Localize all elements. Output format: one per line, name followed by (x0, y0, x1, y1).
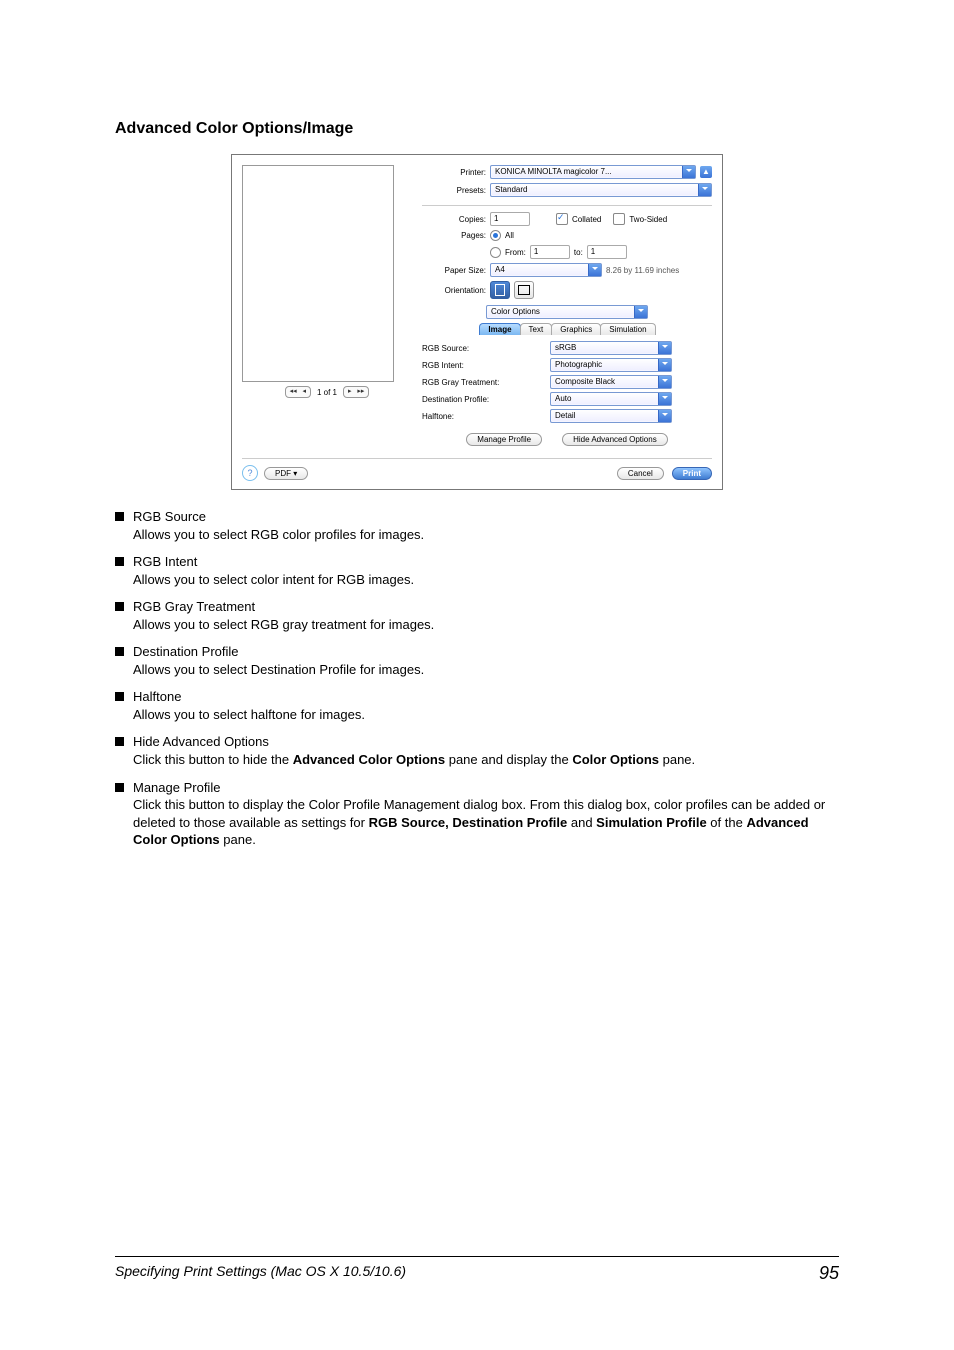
collated-checkbox[interactable] (556, 213, 568, 225)
pages-all-radio[interactable] (490, 230, 501, 241)
print-dialog: ◂◂ ◂ 1 of 1 ▸ ▸▸ Printer: KONICA MINOLTA… (231, 154, 723, 490)
destination-profile-select[interactable]: Auto (550, 392, 672, 406)
pages-from-radio[interactable] (490, 247, 501, 258)
hide-advanced-options-button[interactable]: Hide Advanced Options (562, 433, 668, 446)
rgb-intent-label: RGB Intent: (422, 361, 542, 370)
pages-from-label: From: (505, 248, 526, 257)
paper-size-label: Paper Size: (422, 266, 486, 275)
footer-page-number: 95 (819, 1263, 839, 1284)
tab-image[interactable]: Image (479, 323, 520, 335)
bullet-body: Allows you to select RGB gray treatment … (133, 617, 434, 632)
list-item: Halftone Allows you to select halftone f… (115, 688, 839, 723)
rgb-gray-label: RGB Gray Treatment: (422, 378, 542, 387)
page-footer: Specifying Print Settings (Mac OS X 10.5… (115, 1256, 839, 1284)
bullet-title: Hide Advanced Options (133, 733, 839, 751)
tab-text[interactable]: Text (520, 323, 553, 335)
bullet-body: Allows you to select RGB color profiles … (133, 527, 424, 542)
copies-input[interactable]: 1 (490, 212, 530, 226)
halftone-label: Halftone: (422, 412, 542, 421)
bullet-body: Allows you to select halftone for images… (133, 707, 365, 722)
nav-first-button[interactable]: ◂◂ ◂ (285, 386, 311, 398)
presets-select[interactable]: Standard (490, 183, 712, 197)
twosided-label: Two-Sided (629, 215, 667, 224)
bullet-title: Manage Profile (133, 779, 839, 797)
bullet-title: RGB Source (133, 508, 839, 526)
halftone-select[interactable]: Detail (550, 409, 672, 423)
paper-dims-text: 8.26 by 11.69 inches (606, 266, 679, 275)
pages-to-input[interactable]: 1 (587, 245, 627, 259)
rgb-gray-select[interactable]: Composite Black (550, 375, 672, 389)
list-item: RGB Gray Treatment Allows you to select … (115, 598, 839, 633)
orientation-portrait-button[interactable] (490, 281, 510, 299)
printer-label: Printer: (422, 168, 486, 177)
list-item: Manage Profile Click this button to disp… (115, 779, 839, 849)
list-item: RGB Source Allows you to select RGB colo… (115, 508, 839, 543)
list-item: Hide Advanced Options Click this button … (115, 733, 839, 768)
destination-profile-label: Destination Profile: (422, 395, 542, 404)
pages-from-input[interactable]: 1 (530, 245, 570, 259)
bullet-body: Click this button to hide the Advanced C… (133, 752, 695, 767)
pages-all-label: All (505, 231, 514, 240)
print-button[interactable]: Print (672, 467, 712, 480)
bullet-body: Click this button to display the Color P… (133, 797, 825, 847)
rgb-intent-select[interactable]: Photographic (550, 358, 672, 372)
manage-profile-button[interactable]: Manage Profile (466, 433, 542, 446)
cancel-button[interactable]: Cancel (617, 467, 664, 480)
bullet-body: Allows you to select color intent for RG… (133, 572, 414, 587)
pages-label: Pages: (422, 231, 486, 240)
bullet-body: Allows you to select Destination Profile… (133, 662, 424, 677)
orientation-label: Orientation: (422, 286, 486, 295)
footer-text: Specifying Print Settings (Mac OS X 10.5… (115, 1263, 406, 1284)
twosided-checkbox[interactable] (613, 213, 625, 225)
paper-size-select[interactable]: A4 (490, 263, 602, 277)
rgb-source-label: RGB Source: (422, 344, 542, 353)
printer-select[interactable]: KONICA MINOLTA magicolor 7... (490, 165, 696, 179)
orientation-landscape-button[interactable] (514, 281, 534, 299)
section-title: Advanced Color Options/Image (115, 120, 839, 138)
pages-to-label: to: (574, 248, 583, 257)
copies-label: Copies: (422, 215, 486, 224)
list-item: RGB Intent Allows you to select color in… (115, 553, 839, 588)
preview-page-indicator: 1 of 1 (317, 388, 337, 397)
bullet-title: RGB Gray Treatment (133, 598, 839, 616)
tab-graphics[interactable]: Graphics (551, 323, 601, 335)
bullet-title: Destination Profile (133, 643, 839, 661)
rgb-source-select[interactable]: sRGB (550, 341, 672, 355)
bullet-title: Halftone (133, 688, 839, 706)
list-item: Destination Profile Allows you to select… (115, 643, 839, 678)
collated-label: Collated (572, 215, 601, 224)
bullet-title: RGB Intent (133, 553, 839, 571)
presets-label: Presets: (422, 186, 486, 195)
help-icon[interactable]: ? (242, 465, 258, 481)
nav-last-button[interactable]: ▸ ▸▸ (343, 386, 369, 398)
pdf-menu-button[interactable]: PDF ▾ (264, 467, 308, 480)
tab-simulation[interactable]: Simulation (600, 323, 655, 335)
printer-refresh-button[interactable]: ▲ (700, 166, 712, 178)
pane-select[interactable]: Color Options (486, 305, 648, 319)
print-preview (242, 165, 394, 382)
